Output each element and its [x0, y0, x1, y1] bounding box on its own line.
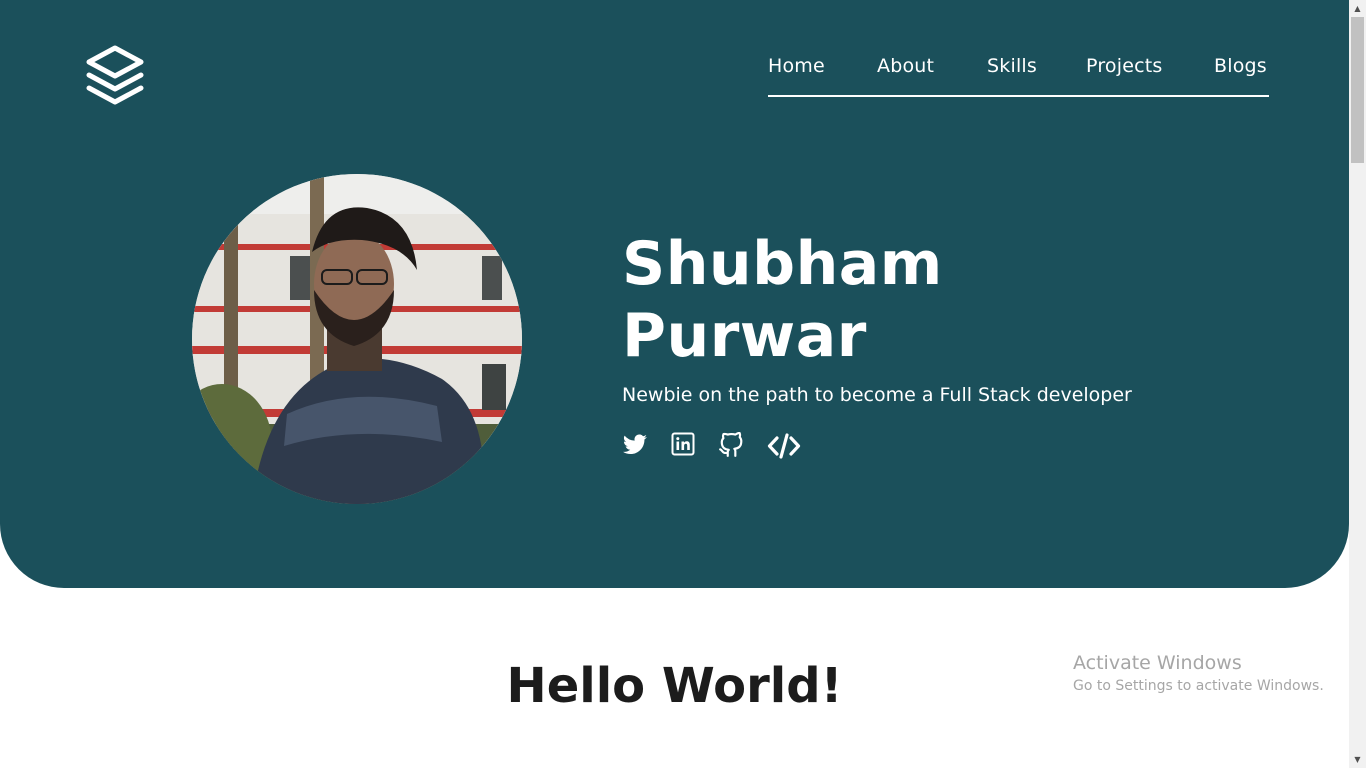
- code-link[interactable]: [767, 432, 801, 460]
- windows-activation-watermark: Activate Windows Go to Settings to activ…: [1073, 651, 1324, 696]
- nav-skills[interactable]: Skills: [987, 55, 1037, 77]
- portfolio-page: Home About Skills Projects Blogs Shubham…: [0, 0, 1349, 768]
- twitter-icon: [623, 434, 647, 454]
- about-text-clipped: [230, 756, 1130, 768]
- twitter-link[interactable]: [622, 432, 650, 460]
- profile-photo: [192, 174, 522, 504]
- nav-about[interactable]: About: [877, 55, 934, 77]
- main-nav: Home About Skills Projects Blogs: [768, 55, 1269, 97]
- hero-section: Home About Skills Projects Blogs Shubham…: [0, 0, 1349, 588]
- scroll-up-arrow-icon[interactable]: ▲: [1349, 0, 1366, 17]
- hero-tagline: Newbie on the path to become a Full Stac…: [622, 384, 1132, 406]
- site-logo[interactable]: [84, 44, 146, 106]
- nav-blogs[interactable]: Blogs: [1214, 55, 1267, 77]
- hero-last-name: Purwar: [622, 301, 867, 371]
- stacked-layers-icon: [86, 45, 144, 105]
- linkedin-icon: [671, 432, 695, 456]
- github-link[interactable]: [718, 431, 746, 460]
- scroll-down-arrow-icon[interactable]: ▼: [1349, 751, 1366, 768]
- watermark-title: Activate Windows: [1073, 652, 1242, 674]
- nav-home[interactable]: Home: [768, 55, 825, 77]
- scrollbar-thumb[interactable]: [1351, 17, 1364, 163]
- hero-first-name: Shubham: [622, 229, 943, 299]
- hero-name: Shubham Purwar: [622, 228, 943, 372]
- code-icon: [767, 433, 801, 459]
- vertical-scrollbar[interactable]: ▲ ▼: [1349, 0, 1366, 768]
- github-icon: [719, 431, 743, 457]
- linkedin-link[interactable]: [671, 432, 699, 460]
- watermark-subtitle: Go to Settings to activate Windows.: [1073, 678, 1324, 694]
- nav-projects[interactable]: Projects: [1086, 55, 1163, 77]
